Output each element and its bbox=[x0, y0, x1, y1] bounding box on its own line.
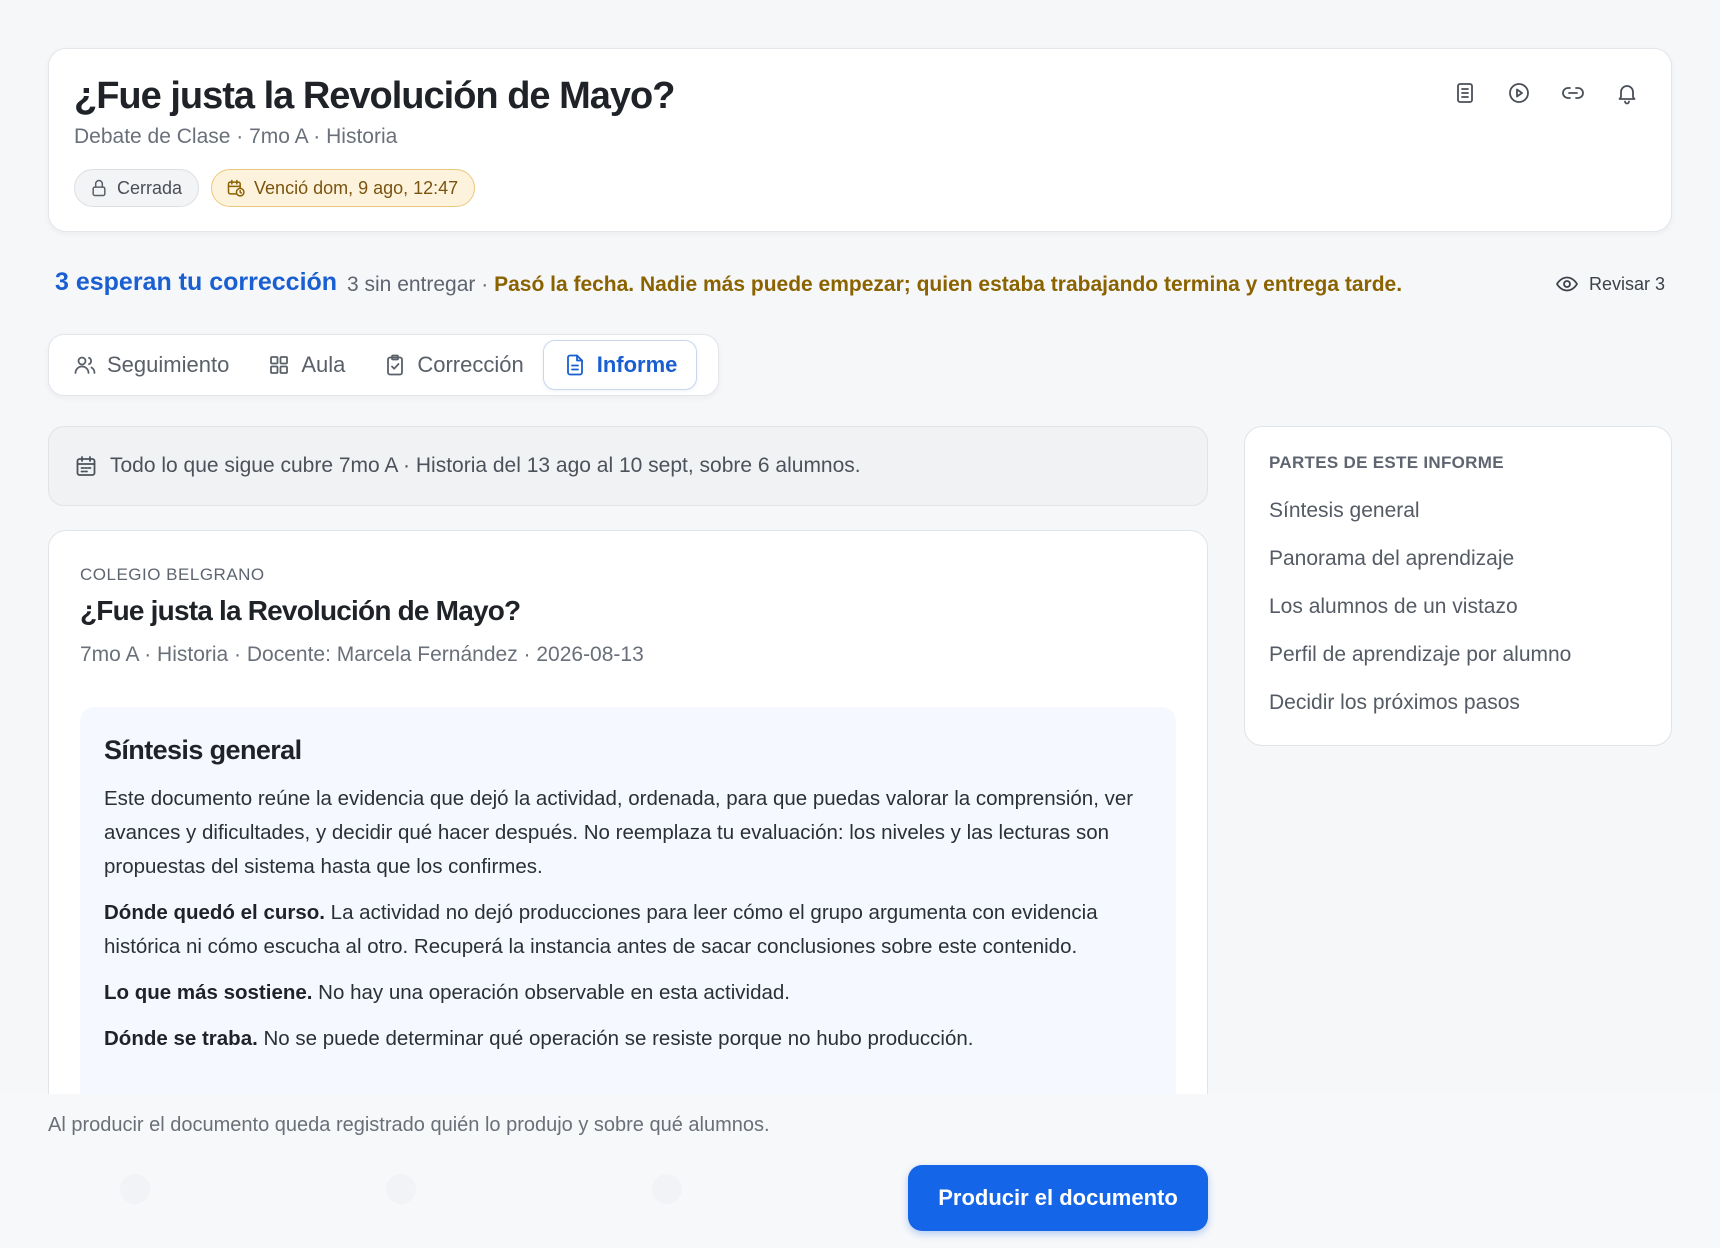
clipboard-check-icon bbox=[387, 354, 404, 376]
synthesis-paragraph: Lo que más sostiene. No hay una operació… bbox=[104, 976, 1152, 1010]
link-icon[interactable] bbox=[1559, 79, 1587, 107]
section-title: Síntesis general bbox=[104, 735, 302, 765]
tab-aula[interactable]: Aula bbox=[248, 340, 364, 390]
page-subtitle: Debate de Clase · 7mo A · Historia bbox=[74, 125, 398, 148]
document-icon[interactable] bbox=[1451, 79, 1479, 107]
file-text-icon bbox=[566, 354, 583, 376]
synthesis-intro: Este documento reúne la evidencia que de… bbox=[104, 787, 1134, 878]
report-sections-nav: PARTES DE ESTE INFORME Síntesis general … bbox=[1244, 426, 1672, 746]
status-details: 3 sin entregar · Pasó la fecha. Nadie má… bbox=[347, 273, 1402, 297]
status-chips: Cerrada Venció dom, 9 ago, 12:47 bbox=[74, 169, 476, 207]
grid-icon bbox=[270, 356, 289, 374]
due-label: Venció dom, 9 ago, 12:47 bbox=[254, 177, 459, 198]
synthesis-section: Síntesis general Este documento reúne la… bbox=[80, 707, 1176, 1094]
faded-placeholder bbox=[386, 1174, 416, 1204]
bell-icon[interactable] bbox=[1613, 79, 1641, 107]
scope-text: Todo lo que sigue cubre 7mo A · Historia… bbox=[110, 454, 861, 477]
paragraph-text: No se puede determinar qué operación se … bbox=[257, 1027, 974, 1050]
tab-label: Corrección bbox=[417, 352, 524, 377]
calendar-clock-icon bbox=[227, 179, 245, 197]
sticky-footer: Al producir el documento queda registrad… bbox=[0, 1094, 1720, 1248]
review-label: Revisar 3 bbox=[1588, 273, 1665, 294]
paragraph-label: Dónde quedó el curso. bbox=[104, 901, 325, 924]
report-scope-banner: Todo lo que sigue cubre 7mo A · Historia… bbox=[48, 426, 1208, 506]
nav-item-sintesis[interactable]: Síntesis general bbox=[1269, 487, 1647, 535]
review-button[interactable]: Revisar 3 bbox=[1555, 272, 1665, 296]
tab-correccion[interactable]: Corrección bbox=[364, 340, 542, 390]
closed-badge: Cerrada bbox=[74, 169, 200, 207]
due-badge: Venció dom, 9 ago, 12:47 bbox=[211, 169, 476, 207]
paragraph-text: No hay una operación observable en esta … bbox=[312, 981, 790, 1004]
eye-icon bbox=[1556, 276, 1578, 292]
tab-label: Seguimiento bbox=[107, 352, 230, 377]
nav-title: PARTES DE ESTE INFORME bbox=[1269, 453, 1504, 472]
school-name: COLEGIO BELGRANO bbox=[80, 565, 265, 584]
paragraph-label: Lo que más sostiene. bbox=[104, 981, 313, 1004]
deadline-warning: Pasó la fecha. Nadie más puede empezar; … bbox=[494, 273, 1403, 296]
synthesis-paragraph: Dónde se traba. No se puede determinar q… bbox=[104, 1022, 1152, 1056]
document-meta: 7mo A · Historia · Docente: Marcela Fern… bbox=[80, 643, 644, 666]
activity-header: ¿Fue justa la Revolución de Mayo? Debate… bbox=[48, 48, 1672, 232]
produce-document-button[interactable]: Producir el documento bbox=[908, 1165, 1208, 1231]
report-document: COLEGIO BELGRANO ¿Fue justa la Revolució… bbox=[48, 530, 1208, 1094]
nav-item-panorama[interactable]: Panorama del aprendizaje bbox=[1269, 535, 1647, 583]
correction-status: 3 esperan tu corrección 3 sin entregar ·… bbox=[55, 268, 1665, 304]
not-submitted-count: 3 sin entregar · bbox=[347, 273, 495, 296]
pending-corrections-link[interactable]: 3 esperan tu corrección bbox=[55, 268, 337, 297]
header-actions bbox=[1451, 79, 1641, 107]
lock-icon bbox=[92, 179, 106, 197]
faded-placeholder bbox=[120, 1174, 150, 1204]
page-title: ¿Fue justa la Revolución de Mayo? bbox=[74, 75, 675, 117]
view-tabs: Seguimiento Aula Corrección Informe bbox=[48, 334, 719, 396]
tab-label: Aula bbox=[301, 352, 346, 377]
tab-seguimiento[interactable]: Seguimiento bbox=[54, 340, 248, 390]
synthesis-paragraph: Dónde quedó el curso. La actividad no de… bbox=[104, 896, 1152, 964]
calendar-icon bbox=[76, 456, 96, 476]
faded-placeholder bbox=[652, 1174, 682, 1204]
play-icon[interactable] bbox=[1505, 79, 1533, 107]
footer-note: Al producir el documento queda registrad… bbox=[48, 1114, 770, 1136]
paragraph-label: Dónde se traba. bbox=[104, 1027, 258, 1050]
nav-item-perfil[interactable]: Perfil de aprendizaje por alumno bbox=[1269, 631, 1647, 679]
nav-item-alumnos[interactable]: Los alumnos de un vistazo bbox=[1269, 583, 1647, 631]
closed-label: Cerrada bbox=[117, 177, 183, 198]
nav-item-proximos-pasos[interactable]: Decidir los próximos pasos bbox=[1269, 679, 1647, 727]
tab-informe[interactable]: Informe bbox=[542, 340, 698, 390]
tab-label: Informe bbox=[596, 352, 678, 377]
document-title: ¿Fue justa la Revolución de Mayo? bbox=[80, 595, 521, 626]
users-icon bbox=[74, 356, 96, 374]
